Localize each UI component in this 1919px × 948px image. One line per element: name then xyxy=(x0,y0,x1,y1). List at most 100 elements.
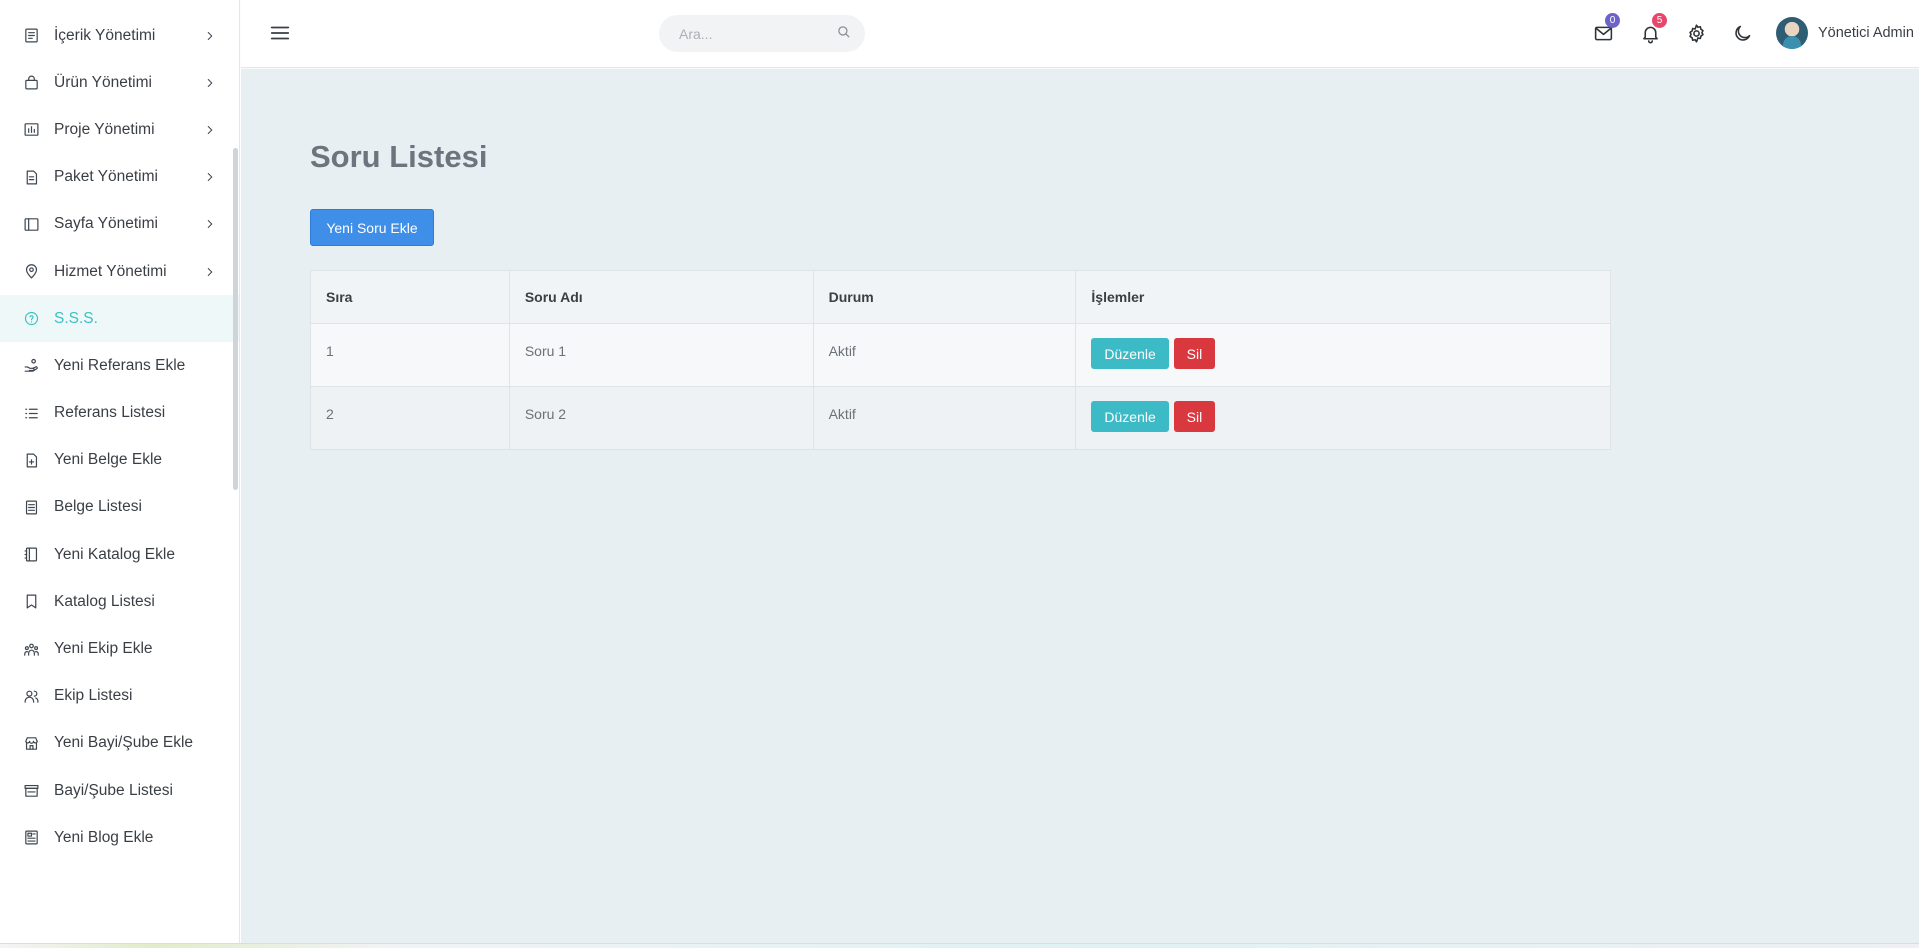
sidebar-item-label: Yeni Bayi/Şube Ekle xyxy=(54,734,194,752)
hand-coins-icon xyxy=(22,357,40,375)
sidebar-item-label: Katalog Listesi xyxy=(54,592,155,610)
cell-actions: Düzenle Sil xyxy=(1075,323,1611,387)
sidebar-item-yeni-blog-ekle[interactable]: Yeni Blog Ekle xyxy=(0,814,239,861)
column-header-status[interactable]: Durum xyxy=(812,270,1077,324)
question-table: Sıra Soru Adı Durum İşlemler 1 Soru 1 Ak… xyxy=(310,270,1611,450)
users-icon xyxy=(22,687,40,705)
cell-order: 2 xyxy=(310,386,510,450)
sidebar-item-yeni-katalog-ekle[interactable]: Yeni Katalog Ekle xyxy=(0,531,239,578)
list-icon xyxy=(22,404,40,422)
page-title: Soru Listesi xyxy=(310,139,488,174)
map-pin-icon xyxy=(22,263,40,281)
sidebar-item-label: Yeni Referans Ekle xyxy=(54,356,186,374)
storefront-icon xyxy=(22,782,40,800)
settings-button[interactable] xyxy=(1683,20,1709,46)
sidebar-item-label: Ürün Yönetimi xyxy=(54,73,152,91)
user-name: Yönetici Admin xyxy=(1818,25,1914,41)
search-input[interactable] xyxy=(679,25,836,42)
bookmark-icon xyxy=(22,593,40,611)
table-row: 2 Soru 2 Aktif Düzenle Sil xyxy=(310,386,1611,450)
sidebar-item-label: S.S.S. xyxy=(54,309,98,327)
avatar xyxy=(1776,17,1808,49)
delete-button[interactable]: Sil xyxy=(1173,338,1216,369)
mail-button[interactable]: 0 xyxy=(1590,13,1620,46)
bar-chart-icon xyxy=(22,121,40,139)
sidebar-item-label: Referans Listesi xyxy=(54,404,166,422)
cell-actions: Düzenle Sil xyxy=(1075,386,1611,450)
cell-status: Aktif xyxy=(812,323,1077,387)
sidebar-item-yeni-bayi-sube-ekle[interactable]: Yeni Bayi/Şube Ekle xyxy=(0,720,239,767)
dark-mode-toggle[interactable] xyxy=(1729,20,1755,46)
layout-icon xyxy=(22,215,40,233)
user-menu[interactable]: Yönetici Admin xyxy=(1776,17,1914,49)
sidebar-item-yeni-belge-ekle[interactable]: Yeni Belge Ekle xyxy=(0,437,239,484)
sidebar-item-label: Bayi/Şube Listesi xyxy=(54,781,173,799)
mail-count-badge: 0 xyxy=(1605,13,1620,28)
sidebar-item-bayi-sube-listesi[interactable]: Bayi/Şube Listesi xyxy=(0,767,239,814)
search-box xyxy=(659,15,865,52)
team-icon xyxy=(22,640,40,658)
sidebar-item-label: Hizmet Yönetimi xyxy=(54,262,167,280)
edit-button[interactable]: Düzenle xyxy=(1091,401,1169,432)
sidebar-item-sayfa-yonetimi[interactable]: Sayfa Yönetimi xyxy=(0,201,239,248)
sidebar-item-paket-yonetimi[interactable]: Paket Yönetimi xyxy=(0,154,239,201)
sidebar-item-referans-listesi[interactable]: Referans Listesi xyxy=(0,390,239,437)
column-header-order[interactable]: Sıra xyxy=(310,270,510,324)
sidebar: İçerik Yönetimi Ürün Yönetimi Proje Yöne… xyxy=(0,0,240,948)
moon-icon xyxy=(1734,25,1750,41)
file-plus-icon xyxy=(22,451,40,469)
cell-question-name: Soru 2 xyxy=(508,386,814,450)
help-circle-icon xyxy=(22,310,40,328)
notebook-icon xyxy=(22,546,40,564)
sidebar-item-yeni-ekip-ekle[interactable]: Yeni Ekip Ekle xyxy=(0,625,239,672)
sidebar-item-hizmet-yonetimi[interactable]: Hizmet Yönetimi xyxy=(0,248,239,295)
sidebar-item-proje-yonetimi[interactable]: Proje Yönetimi xyxy=(0,106,239,153)
main-content: Soru Listesi Yeni Soru Ekle Sıra Soru Ad… xyxy=(241,69,1919,943)
gear-icon xyxy=(1688,23,1704,43)
sidebar-item-ekip-listesi[interactable]: Ekip Listesi xyxy=(0,673,239,720)
sidebar-item-urun-yonetimi[interactable]: Ürün Yönetimi xyxy=(0,59,239,106)
sidebar-item-label: Sayfa Yönetimi xyxy=(54,215,158,233)
delete-button[interactable]: Sil xyxy=(1173,401,1216,432)
shopping-bag-icon xyxy=(22,74,40,92)
store-icon xyxy=(22,734,40,752)
sidebar-item-katalog-listesi[interactable]: Katalog Listesi xyxy=(0,578,239,625)
chevron-right-icon xyxy=(203,29,217,43)
edit-button[interactable]: Düzenle xyxy=(1091,338,1169,369)
cell-status: Aktif xyxy=(812,386,1077,450)
notification-count-badge: 5 xyxy=(1652,13,1667,28)
sidebar-item-icerik-yonetimi[interactable]: İçerik Yönetimi xyxy=(0,12,239,59)
sidebar-item-label: Yeni Blog Ekle xyxy=(54,828,154,846)
bottom-border xyxy=(0,943,1919,948)
hamburger-icon xyxy=(270,26,290,40)
table-row: 1 Soru 1 Aktif Düzenle Sil xyxy=(310,323,1611,387)
search-icon[interactable] xyxy=(836,24,851,44)
cell-question-name: Soru 1 xyxy=(508,323,814,387)
sidebar-item-label: Yeni Belge Ekle xyxy=(54,451,163,469)
notifications-button[interactable]: 5 xyxy=(1637,13,1667,46)
document-list-icon xyxy=(22,498,40,516)
column-header-actions: İşlemler xyxy=(1075,270,1611,324)
newspaper-icon xyxy=(22,829,40,847)
add-question-button[interactable]: Yeni Soru Ekle xyxy=(310,209,434,246)
table-header-row: Sıra Soru Adı Durum İşlemler xyxy=(310,270,1611,324)
column-header-question-name[interactable]: Soru Adı xyxy=(508,270,814,324)
menu-toggle-button[interactable] xyxy=(269,22,291,44)
sidebar-item-belge-listesi[interactable]: Belge Listesi xyxy=(0,484,239,531)
sidebar-scrollbar[interactable] xyxy=(233,148,238,490)
chevron-right-icon xyxy=(203,76,217,90)
chevron-right-icon xyxy=(203,217,217,231)
chevron-right-icon xyxy=(203,265,217,279)
sidebar-item-label: Ekip Listesi xyxy=(54,687,133,705)
document-list-icon xyxy=(22,27,40,45)
sidebar-item-label: Proje Yönetimi xyxy=(54,120,155,138)
sidebar-menu: İçerik Yönetimi Ürün Yönetimi Proje Yöne… xyxy=(0,0,239,861)
sidebar-item-label: Paket Yönetimi xyxy=(54,168,158,186)
chevron-right-icon xyxy=(203,123,217,137)
sidebar-item-label: Yeni Katalog Ekle xyxy=(54,545,175,563)
sidebar-item-yeni-referans-ekle[interactable]: Yeni Referans Ekle xyxy=(0,342,239,389)
top-header: 0 5 Yönetici Admin xyxy=(241,0,1919,68)
file-text-icon xyxy=(22,168,40,186)
sidebar-item-sss[interactable]: S.S.S. xyxy=(0,295,239,343)
sidebar-item-label: Belge Listesi xyxy=(54,498,142,516)
